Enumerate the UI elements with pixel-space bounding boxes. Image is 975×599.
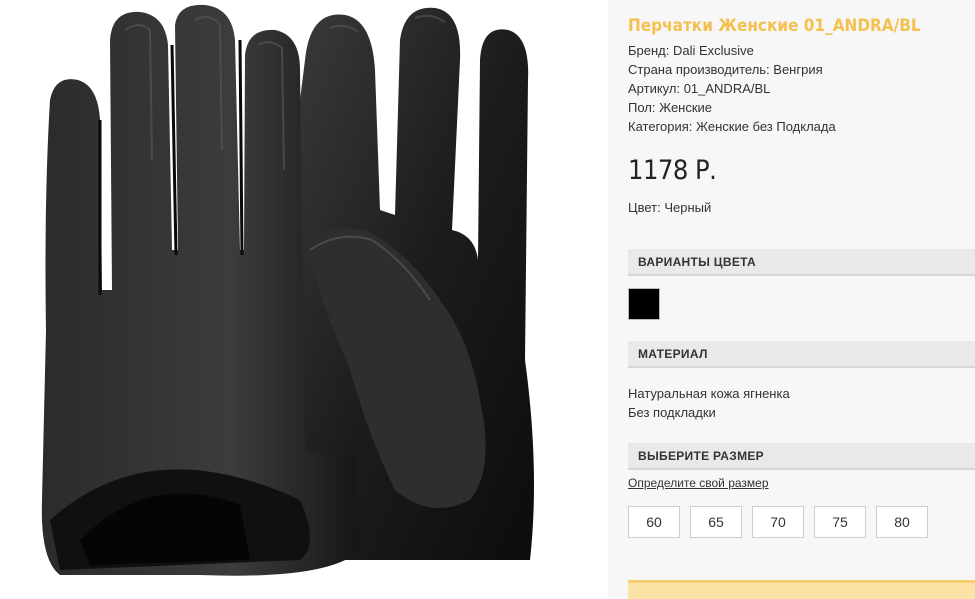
size-guide-link[interactable]: Определите свой размер xyxy=(628,476,769,490)
color-swatch-black[interactable] xyxy=(628,288,660,320)
color-variants-title: ВАРИАНТЫ ЦВЕТА xyxy=(638,255,756,269)
size-option-60[interactable]: 60 xyxy=(628,506,680,538)
add-to-cart-bar[interactable] xyxy=(628,580,975,599)
size-option-80[interactable]: 80 xyxy=(876,506,928,538)
material-header: МАТЕРИАЛ xyxy=(628,341,975,368)
property-brand: Бренд: Dali Exclusive xyxy=(628,43,754,58)
size-option-65[interactable]: 65 xyxy=(690,506,742,538)
product-image xyxy=(0,0,608,599)
material-line: Натуральная кожа ягненка xyxy=(628,386,790,401)
property-country: Страна производитель: Венгрия xyxy=(628,62,823,77)
color-variants-header: ВАРИАНТЫ ЦВЕТА xyxy=(628,249,975,276)
size-title: ВЫБЕРИТЕ РАЗМЕР xyxy=(638,449,764,463)
property-article: Артикул: 01_ANDRA/BL xyxy=(628,81,771,96)
size-header: ВЫБЕРИТЕ РАЗМЕР xyxy=(628,443,975,470)
product-properties: Бренд: Dali Exclusive Страна производите… xyxy=(628,41,836,136)
material-description: Натуральная кожа ягненка Без подкладки xyxy=(628,384,790,422)
product-title: Перчатки Женские 01_ANDRA/BL xyxy=(628,16,921,36)
property-category: Категория: Женские без Подклада xyxy=(628,119,836,134)
product-price: 1178 Р. xyxy=(628,155,717,186)
property-gender: Пол: Женские xyxy=(628,100,713,115)
product-info-panel: Перчатки Женские 01_ANDRA/BL Бренд: Dali… xyxy=(608,0,975,599)
gloves-photo xyxy=(41,4,534,576)
size-option-75[interactable]: 75 xyxy=(814,506,866,538)
material-title: МАТЕРИАЛ xyxy=(638,347,708,361)
product-color: Цвет: Черный xyxy=(628,200,712,215)
material-line: Без подкладки xyxy=(628,405,716,420)
size-options: 60 65 70 75 80 xyxy=(628,506,928,538)
size-option-70[interactable]: 70 xyxy=(752,506,804,538)
product-page: Перчатки Женские 01_ANDRA/BL Бренд: Dali… xyxy=(0,0,975,599)
